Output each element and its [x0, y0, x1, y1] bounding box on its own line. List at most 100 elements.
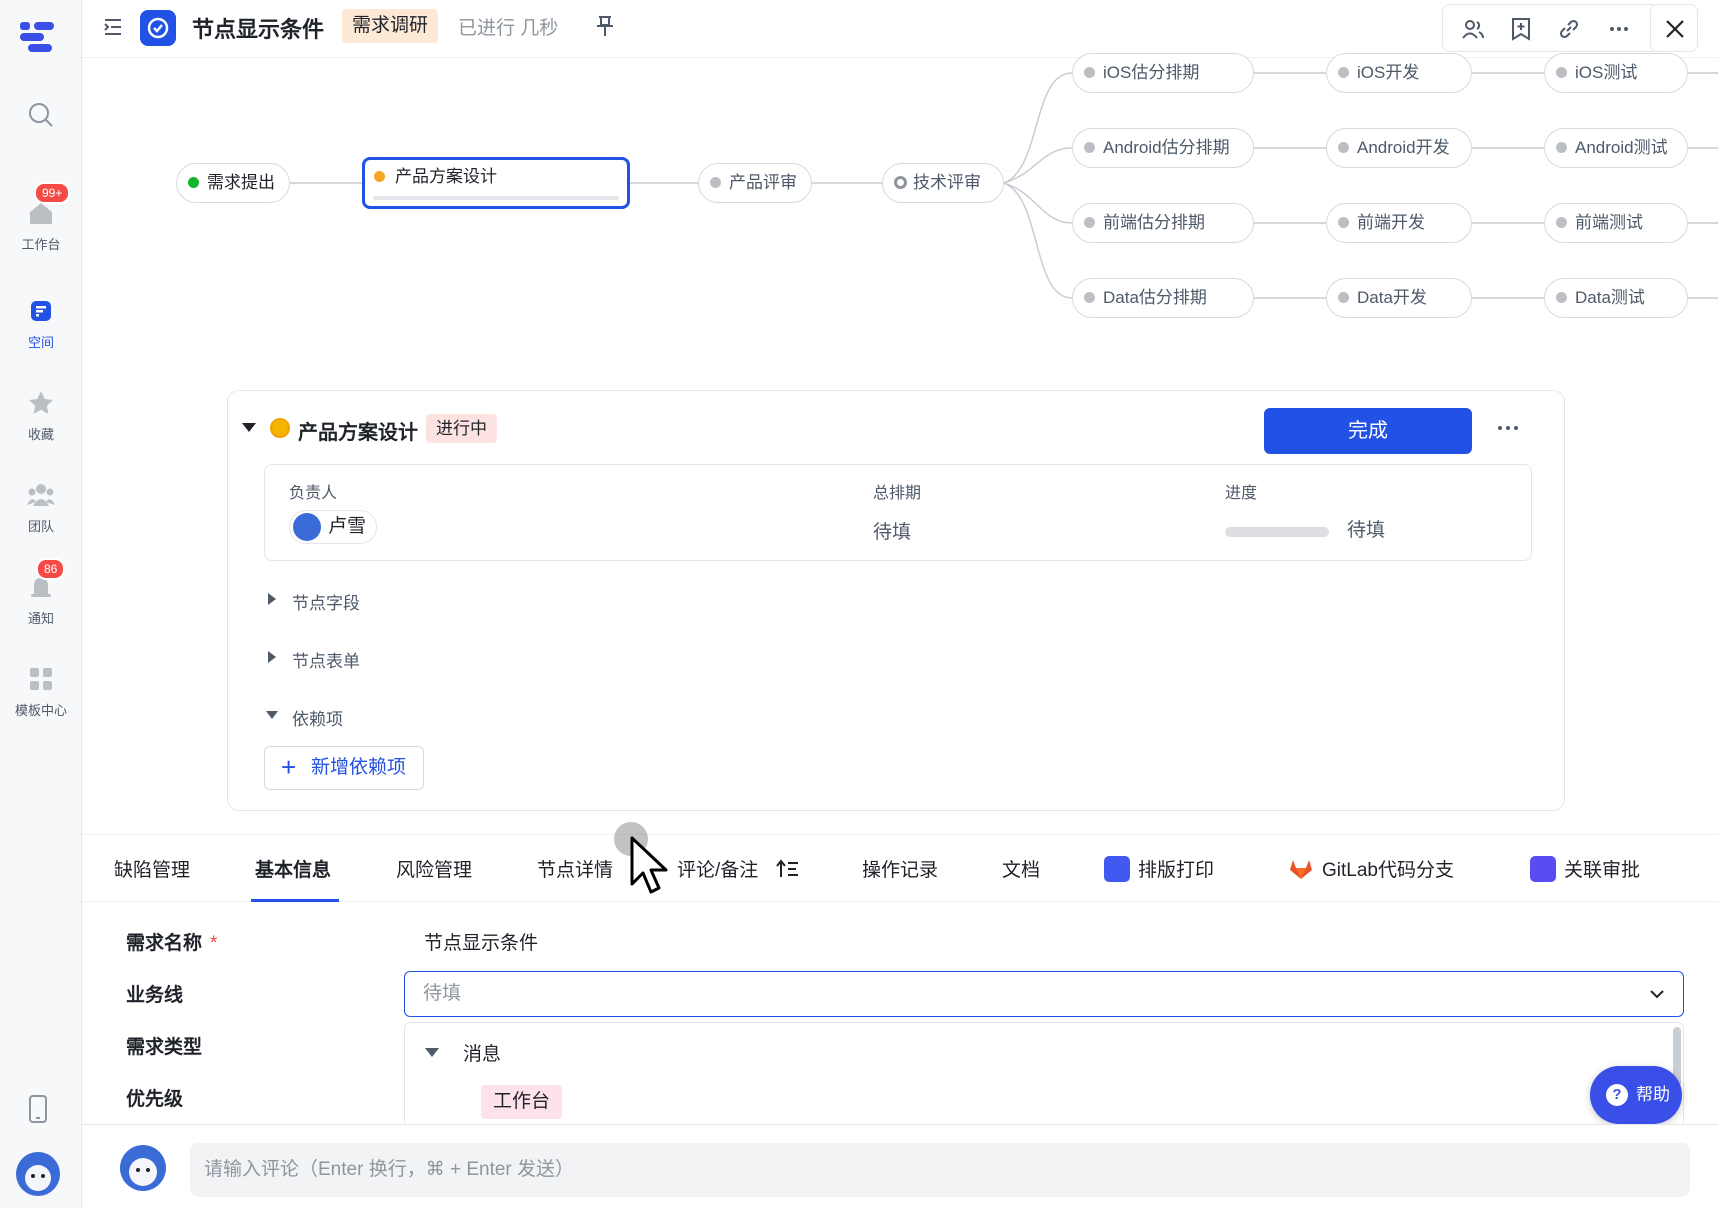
status-dot: [1556, 67, 1567, 78]
bizline-dropdown: 消息 工作台: [404, 1022, 1684, 1124]
pin-icon[interactable]: [594, 14, 616, 38]
node-label: iOS开发: [1357, 63, 1420, 82]
sidebar-item-favorites[interactable]: 收藏: [0, 388, 82, 443]
flow-node-android-test[interactable]: Android测试: [1544, 128, 1688, 168]
status-dot: [1556, 217, 1567, 228]
flow-node-frontend-test[interactable]: 前端测试: [1544, 203, 1688, 243]
section-dependencies[interactable]: 依赖项: [266, 705, 343, 730]
expand-caret-icon: [268, 593, 276, 605]
flow-node-data-test[interactable]: Data测试: [1544, 278, 1688, 318]
status-badge: 进行中: [426, 414, 497, 443]
avatar: [120, 1145, 166, 1191]
button-label: 新增依赖项: [311, 757, 407, 778]
flow-node-frontend-dev[interactable]: 前端开发: [1326, 203, 1472, 243]
sidebar-item-label: 空间: [27, 335, 54, 350]
progress-value[interactable]: 待填: [1347, 515, 1385, 542]
page-title: 节点显示条件: [192, 17, 325, 42]
complete-button[interactable]: 完成: [1264, 408, 1472, 454]
flow-node-android-estimate[interactable]: Android估分排期: [1072, 128, 1254, 168]
close-button[interactable]: [1650, 4, 1698, 52]
flow-node-n2[interactable]: 产品方案设计: [362, 157, 630, 209]
bizline-label: 业务线: [126, 985, 184, 1006]
stage-tag[interactable]: 需求调研: [342, 9, 439, 43]
sidebar-item-label: 团队: [27, 519, 54, 534]
type-label: 需求类型: [126, 1037, 203, 1058]
members-icon[interactable]: [1461, 17, 1485, 41]
sidebar-item-workbench[interactable]: 工作台 99+: [0, 182, 82, 253]
gitlab-icon: [1290, 860, 1312, 879]
tab-comments[interactable]: 评论/备注: [677, 855, 800, 882]
section-node-fields[interactable]: 节点字段: [268, 589, 360, 614]
requirement-type-icon: [140, 10, 176, 46]
mobile-icon[interactable]: [26, 1094, 50, 1124]
plus-icon: +: [281, 752, 297, 782]
app-logo[interactable]: [18, 18, 58, 54]
owner-chip[interactable]: 卢雪: [289, 510, 378, 544]
status-dot: [1338, 217, 1349, 228]
bizline-select[interactable]: 待填: [404, 971, 1684, 1017]
tab-risk[interactable]: 风险管理: [396, 855, 472, 882]
node-label: 需求提出: [207, 173, 275, 192]
help-button[interactable]: ? 帮助: [1590, 1066, 1682, 1124]
dropdown-group-label[interactable]: 消息: [463, 1039, 501, 1066]
node-detail-card: 产品方案设计 进行中 完成 负责人 卢雪 总排期 待填 进度 待填 节点字段 节…: [227, 390, 1565, 811]
status-dot: [1084, 67, 1095, 78]
more-icon[interactable]: [1496, 423, 1520, 433]
collapse-sidebar-icon[interactable]: [102, 16, 124, 38]
schedule-value[interactable]: 待填: [873, 517, 911, 544]
flow-node-ios-test[interactable]: iOS测试: [1544, 53, 1688, 93]
help-label: 帮助: [1636, 1085, 1670, 1104]
section-node-forms[interactable]: 节点表单: [268, 647, 360, 672]
tab-related-approval[interactable]: 关联审批: [1530, 855, 1640, 882]
avatar[interactable]: [16, 1152, 60, 1196]
sidebar-item-search[interactable]: [0, 100, 82, 136]
more-icon[interactable]: [1607, 17, 1631, 41]
sidebar-item-team[interactable]: 团队: [0, 480, 82, 535]
sidebar-item-templates[interactable]: 模板中心: [0, 664, 82, 719]
tab-activity-log[interactable]: 操作记录: [862, 855, 938, 882]
sidebar-item-notifications[interactable]: 通知 86: [0, 558, 82, 627]
node-info-box: 负责人 卢雪 总排期 待填 进度 待填: [264, 464, 1532, 561]
expand-caret-icon: [268, 651, 276, 663]
sidebar-item-space[interactable]: 空间: [0, 296, 82, 351]
flow-node-android-dev[interactable]: Android开发: [1326, 128, 1472, 168]
link-icon[interactable]: [1557, 17, 1581, 41]
tab-basic-info[interactable]: 基本信息: [255, 855, 331, 882]
in-progress-dot: [270, 418, 290, 438]
avatar: [293, 513, 321, 541]
tab-defects[interactable]: 缺陷管理: [114, 855, 190, 882]
flow-node-n1[interactable]: 需求提出: [176, 163, 290, 203]
add-dependency-button[interactable]: + 新增依赖项: [264, 746, 424, 790]
flow-node-ios-dev[interactable]: iOS开发: [1326, 53, 1472, 93]
sort-icon[interactable]: [775, 859, 800, 879]
tab-node-details[interactable]: 节点详情: [537, 855, 613, 882]
tab-label: GitLab代码分支: [1322, 860, 1454, 881]
sidebar-item-label: 工作台: [21, 237, 61, 252]
flow-node-frontend-estimate[interactable]: 前端估分排期: [1072, 203, 1254, 243]
bookmark-add-icon[interactable]: [1509, 17, 1533, 41]
flow-node-n4[interactable]: 技术评审: [882, 163, 1004, 203]
sidebar-item-label: 模板中心: [14, 703, 67, 718]
dropdown-option[interactable]: 工作台: [481, 1085, 563, 1119]
tab-gitlab[interactable]: GitLab代码分支: [1288, 855, 1454, 882]
flow-node-data-estimate[interactable]: Data估分排期: [1072, 278, 1254, 318]
collapse-caret-icon[interactable]: [242, 423, 256, 432]
comment-input[interactable]: 请输入评论（Enter 换行，⌘ + Enter 发送）: [190, 1143, 1690, 1197]
collapse-caret-icon[interactable]: [425, 1048, 439, 1057]
tab-documents[interactable]: 文档: [1002, 855, 1040, 882]
status-dot: [894, 176, 907, 189]
sidebar-item-label: 通知: [27, 611, 54, 626]
name-value[interactable]: 节点显示条件: [424, 928, 538, 955]
workflow-edges: [290, 72, 1718, 299]
status-dot: [188, 177, 199, 188]
status-dot: [1556, 292, 1567, 303]
status-dot: [374, 171, 385, 182]
status-dot: [1338, 142, 1349, 153]
progress-bar[interactable]: [1225, 527, 1329, 537]
flow-node-ios-estimate[interactable]: iOS估分排期: [1072, 53, 1254, 93]
flow-node-n3[interactable]: 产品评审: [698, 163, 812, 203]
team-icon: [27, 484, 55, 506]
node-title: 产品方案设计: [298, 422, 418, 444]
flow-node-data-dev[interactable]: Data开发: [1326, 278, 1472, 318]
tab-print-layout[interactable]: 排版打印: [1104, 855, 1214, 882]
